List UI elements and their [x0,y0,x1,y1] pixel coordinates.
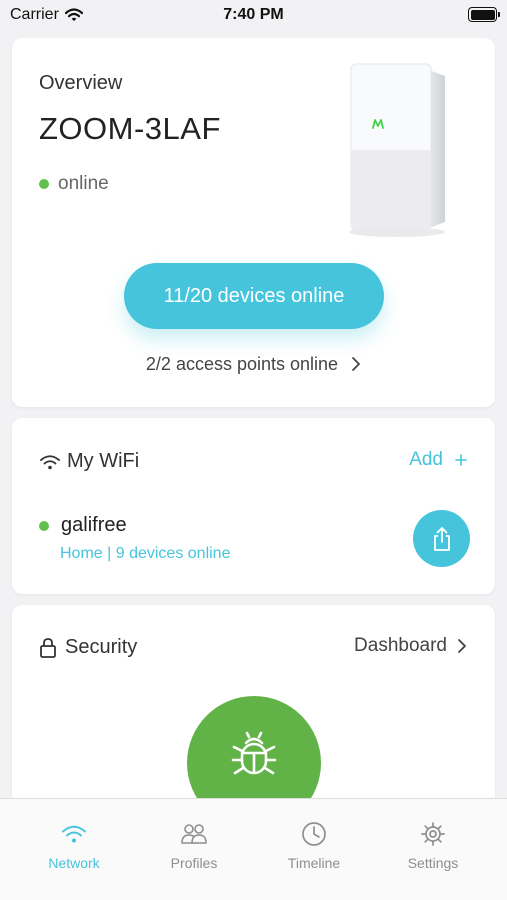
my-wifi-card: My WiFi Add galifree Home | 9 devices on… [12,418,495,594]
access-points-link[interactable]: 2/2 access points online [12,354,495,375]
tab-profiles[interactable]: Profiles [134,799,254,899]
share-icon [433,526,450,551]
clock-time: 7:40 PM [223,6,284,23]
devices-online-button[interactable]: 11/20 devices online [124,263,384,329]
bug-icon [231,731,277,775]
lock-icon [40,637,56,658]
tab-network[interactable]: Network [14,799,134,899]
dashboard-link[interactable]: Dashboard [354,635,467,657]
wifi-icon [62,825,86,843]
tab-bar: Network Profiles Timeline Settings [0,798,507,900]
security-header: Security [39,636,137,659]
status-bar: Carrier 7:40 PM [0,0,507,30]
security-title: Security [65,636,138,658]
tab-profiles-label: Profiles [170,855,218,871]
my-wifi-header: My WiFi [39,450,139,473]
chevron-right-icon [458,639,466,653]
share-button[interactable] [413,510,470,567]
network-online-status: online [39,173,109,195]
access-points-label: 2/2 access points online [145,354,339,374]
wifi-icon [40,454,60,469]
network-name: ZOOM-3LAF [39,111,221,146]
add-label: Add [409,449,443,470]
network-screen: Carrier 7:40 PM Overview ZOOM-3LAF onlin… [0,0,507,900]
router-image [349,63,445,237]
ssid-label: galifree [61,514,127,536]
my-wifi-title: My WiFi [67,450,140,472]
dashboard-label: Dashboard [354,635,447,656]
tab-timeline[interactable]: Timeline [254,799,374,899]
wifi-network-detail: Home | 9 devices online [60,545,231,562]
overview-card: Overview ZOOM-3LAF online 11/20 devices … [12,38,495,407]
add-network-button[interactable]: Add [409,449,467,471]
tab-settings-label: Settings [407,855,459,871]
gear-icon [421,822,445,846]
overview-label: Overview [39,72,123,94]
network-online-dot-icon [39,520,49,531]
tab-network-label: Network [48,855,100,871]
chevron-right-icon [352,357,360,371]
tab-settings[interactable]: Settings [373,799,493,899]
online-dot-icon [39,179,49,189]
plus-icon [455,454,467,466]
tab-timeline-label: Timeline [287,855,341,871]
clock-icon [302,822,326,846]
battery-icon [468,7,500,22]
profiles-icon [181,824,207,844]
online-status-label: online [58,173,109,194]
wifi-network-row[interactable]: galifree [39,514,127,537]
